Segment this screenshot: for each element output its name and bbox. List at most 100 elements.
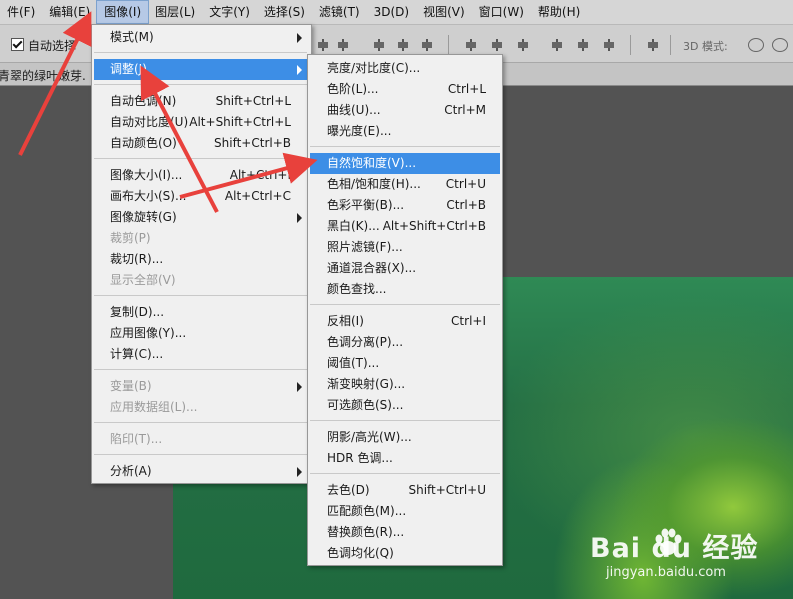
menubar-item[interactable]: 滤镜(T) bbox=[312, 1, 367, 23]
menu-item[interactable]: 复制(D)... bbox=[94, 302, 307, 323]
menu-item[interactable]: 曲线(U)... Ctrl+M bbox=[310, 100, 500, 121]
menu-item[interactable]: 匹配颜色(M)... bbox=[310, 501, 500, 522]
menu-item[interactable]: 照片滤镜(F)... bbox=[310, 237, 500, 258]
menu-item-label: 颜色查找... bbox=[327, 282, 387, 296]
menu-item[interactable]: 调整(J) bbox=[94, 59, 307, 80]
menu-item-label: 曲线(U)... bbox=[327, 103, 381, 117]
distribute-icon[interactable] bbox=[464, 39, 478, 51]
menu-item[interactable]: 图像大小(I)... Alt+Ctrl+I bbox=[94, 165, 307, 186]
menu-item-shortcut: Shift+Ctrl+U bbox=[408, 483, 486, 497]
menu-item[interactable]: 裁切(R)... bbox=[94, 249, 307, 270]
menu-item[interactable]: 色相/饱和度(H)... Ctrl+U bbox=[310, 174, 500, 195]
menu-item-shortcut: Ctrl+U bbox=[445, 177, 486, 191]
menu-item-label: 显示全部(V) bbox=[110, 273, 176, 287]
menubar-item[interactable]: 编辑(E) bbox=[42, 1, 97, 23]
menubar-item[interactable]: 3D(D) bbox=[367, 1, 416, 23]
menu-item[interactable]: 色调分离(P)... bbox=[310, 332, 500, 353]
menu-item[interactable]: 分析(A) bbox=[94, 461, 307, 482]
separator bbox=[630, 35, 631, 55]
image-menu: 模式(M) 调整(J) 自动色调(N) Shift+Ctrl+L 自动对比度(U) Alt… bbox=[91, 24, 312, 484]
menu-item[interactable]: 反相(I) Ctrl+I bbox=[310, 311, 500, 332]
menu-item-shortcut: Ctrl+I bbox=[451, 314, 486, 328]
menu-item[interactable]: 曝光度(E)... bbox=[310, 121, 500, 142]
menubar-item[interactable]: 文字(Y) bbox=[202, 1, 257, 23]
menu-item-label: 可选颜色(S)... bbox=[327, 398, 404, 412]
menubar-item[interactable]: 图层(L) bbox=[148, 1, 202, 23]
menu-item-label: 裁剪(P) bbox=[110, 231, 151, 245]
menu-item[interactable]: 可选颜色(S)... bbox=[310, 395, 500, 416]
menu-item[interactable]: 自动颜色(O) Shift+Ctrl+B bbox=[94, 133, 307, 154]
menu-item[interactable]: 色调均化(Q) bbox=[310, 543, 500, 564]
submenu-arrow-icon bbox=[297, 213, 302, 223]
menubar-item[interactable]: 选择(S) bbox=[257, 1, 312, 23]
align-icon[interactable] bbox=[372, 39, 386, 51]
distribute-icon[interactable] bbox=[576, 39, 590, 51]
distribute-icon[interactable] bbox=[490, 39, 504, 51]
menu-item[interactable]: 应用图像(Y)... bbox=[94, 323, 307, 344]
menu-item[interactable]: 阈值(T)... bbox=[310, 353, 500, 374]
menubar-item[interactable]: 件(F) bbox=[0, 1, 42, 23]
menu-item-label: 图像旋转(G) bbox=[110, 210, 177, 224]
menu-item-label: 替换颜色(R)... bbox=[327, 525, 405, 539]
menu-item[interactable]: 色阶(L)... Ctrl+L bbox=[310, 79, 500, 100]
menu-separator bbox=[310, 304, 500, 305]
menu-item-label: 分析(A) bbox=[110, 464, 152, 478]
menu-item[interactable]: 模式(M) bbox=[94, 27, 307, 48]
menu-item-label: 色阶(L)... bbox=[327, 82, 379, 96]
menu-item-label: 色调分离(P)... bbox=[327, 335, 404, 349]
menu-item-label: 色调均化(Q) bbox=[327, 546, 394, 560]
menu-item[interactable]: HDR 色调... bbox=[310, 448, 500, 469]
menu-item-shortcut: Ctrl+L bbox=[447, 82, 486, 96]
menu-item[interactable]: 图像旋转(G) bbox=[94, 207, 307, 228]
menu-item[interactable]: 自然饱和度(V)... bbox=[310, 153, 500, 174]
menu-item[interactable]: 亮度/对比度(C)... bbox=[310, 58, 500, 79]
menu-item-label: 照片滤镜(F)... bbox=[327, 240, 403, 254]
menu-item-label: 亮度/对比度(C)... bbox=[327, 61, 421, 75]
menu-item-shortcut: Alt+Shift+Ctrl+B bbox=[382, 219, 486, 233]
menu-item[interactable]: 替换颜色(R)... bbox=[310, 522, 500, 543]
menu-separator bbox=[94, 454, 307, 455]
menu-item[interactable]: 画布大小(S)... Alt+Ctrl+C bbox=[94, 186, 307, 207]
menu-item-label: 复制(D)... bbox=[110, 305, 165, 319]
submenu-arrow-icon bbox=[297, 33, 302, 43]
menu-item[interactable]: 阴影/高光(W)... bbox=[310, 427, 500, 448]
3d-rotate-icon[interactable] bbox=[748, 38, 764, 52]
separator bbox=[448, 35, 449, 55]
menubar-item[interactable]: 窗口(W) bbox=[472, 1, 531, 23]
menu-item-label: 阴影/高光(W)... bbox=[327, 430, 412, 444]
3d-mode-label: 3D 模式: bbox=[683, 40, 728, 53]
menu-item[interactable]: 通道混合器(X)... bbox=[310, 258, 500, 279]
menu-item[interactable]: 黑白(K)... Alt+Shift+Ctrl+B bbox=[310, 216, 500, 237]
menu-item: 裁剪(P) bbox=[94, 228, 307, 249]
align-icon[interactable] bbox=[316, 39, 330, 51]
menu-separator bbox=[310, 473, 500, 474]
menu-item-label: 自动对比度(U) bbox=[110, 115, 189, 129]
distribute-icon[interactable] bbox=[550, 39, 564, 51]
menu-item-label: 阈值(T)... bbox=[327, 356, 380, 370]
menu-item: 陷印(T)... bbox=[94, 429, 307, 450]
menu-item: 显示全部(V) bbox=[94, 270, 307, 291]
menu-item[interactable]: 色彩平衡(B)... Ctrl+B bbox=[310, 195, 500, 216]
menu-item-label: 去色(D) bbox=[327, 483, 370, 497]
menu-item-shortcut: Ctrl+B bbox=[446, 198, 486, 212]
menu-item-label: HDR 色调... bbox=[327, 451, 393, 465]
align-icon[interactable] bbox=[420, 39, 434, 51]
menu-item-label: 自动颜色(O) bbox=[110, 136, 177, 150]
menubar-item[interactable]: 图像(I) bbox=[96, 0, 150, 24]
align-icon[interactable] bbox=[396, 39, 410, 51]
menubar-item[interactable]: 视图(V) bbox=[416, 1, 472, 23]
menu-item[interactable]: 颜色查找... bbox=[310, 279, 500, 300]
menu-item[interactable]: 自动对比度(U) Alt+Shift+Ctrl+L bbox=[94, 112, 307, 133]
auto-align-icon[interactable] bbox=[646, 39, 660, 51]
auto-select-label: 自动选择 bbox=[28, 39, 77, 53]
3d-roll-icon[interactable] bbox=[772, 38, 788, 52]
menu-item[interactable]: 去色(D) Shift+Ctrl+U bbox=[310, 480, 500, 501]
distribute-icon[interactable] bbox=[602, 39, 616, 51]
distribute-icon[interactable] bbox=[516, 39, 530, 51]
menu-item[interactable]: 自动色调(N) Shift+Ctrl+L bbox=[94, 91, 307, 112]
auto-select-checkbox[interactable] bbox=[11, 38, 24, 51]
menu-item[interactable]: 渐变映射(G)... bbox=[310, 374, 500, 395]
menubar-item[interactable]: 帮助(H) bbox=[531, 1, 587, 23]
align-icon[interactable] bbox=[336, 39, 350, 51]
menu-item[interactable]: 计算(C)... bbox=[94, 344, 307, 365]
